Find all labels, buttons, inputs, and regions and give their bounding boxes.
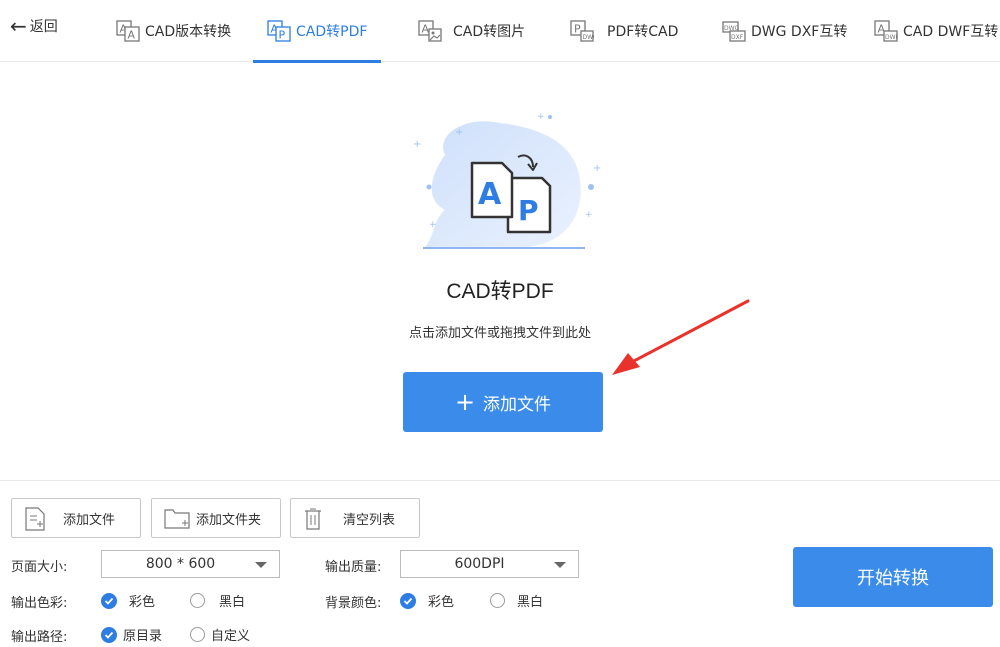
bg-option-bw[interactable]: 黑白	[490, 591, 543, 610]
chevron-down-icon	[554, 562, 566, 568]
tab-label: CAD转图片	[453, 24, 526, 40]
svg-text:P: P	[518, 194, 539, 227]
radio-checked-icon	[101, 592, 117, 609]
output-path-label: 输出路径:	[11, 630, 68, 645]
tab-label: PDF转CAD	[607, 24, 679, 40]
start-convert-button[interactable]: 开始转换	[793, 547, 993, 607]
radio-unchecked-icon	[190, 593, 205, 608]
page-size-value: 800 * 600	[145, 556, 216, 572]
tab-cad-to-image[interactable]: A CAD转图片	[418, 0, 525, 62]
svg-text:DWF: DWF	[885, 34, 898, 41]
back-arrow-icon: ←	[10, 14, 27, 38]
tab-label: CAD转PDF	[296, 24, 368, 40]
add-file-main-button[interactable]: + 添加文件	[403, 372, 603, 432]
tab-label: CAD DWF互转	[903, 24, 999, 40]
add-folder-label: 添加文件夹	[196, 512, 262, 528]
add-folder-icon	[164, 509, 190, 529]
dwg-dxf-icon: DWG DXF	[722, 21, 746, 42]
tab-cad-to-pdf[interactable]: A P CAD转PDF	[253, 0, 382, 63]
quality-select[interactable]: 600DPI	[400, 550, 579, 578]
path-option-original[interactable]: 原目录	[101, 625, 162, 644]
drop-hint: 点击添加文件或拖拽文件到此处	[408, 326, 591, 341]
radio-checked-icon	[101, 626, 117, 643]
svg-text:A: A	[478, 177, 502, 212]
path-option-custom[interactable]: 自定义	[190, 625, 250, 644]
svg-text:+: +	[537, 112, 545, 122]
chevron-down-icon	[255, 562, 267, 568]
quality-label: 输出质量:	[325, 560, 382, 575]
annotation-arrow-icon	[612, 299, 750, 375]
cad-to-pdf-icon: A P	[267, 20, 291, 42]
tab-cad-version[interactable]: A A CAD版本转换	[116, 0, 231, 62]
plus-icon: +	[454, 388, 476, 416]
page-title: CAD转PDF	[446, 280, 554, 303]
svg-text:A: A	[422, 23, 430, 36]
add-file-button[interactable]: 添加文件	[11, 498, 141, 538]
back-button[interactable]: ← 返回	[10, 15, 58, 37]
radio-unchecked-icon	[190, 627, 205, 642]
page-size-select[interactable]: 800 * 600	[101, 550, 280, 578]
output-color-label: 输出色彩:	[11, 596, 68, 611]
svg-text:+: +	[593, 163, 601, 174]
radio-unchecked-icon	[490, 593, 505, 608]
quality-value: 600DPI	[454, 556, 505, 572]
clear-list-label: 清空列表	[343, 512, 396, 528]
top-nav-bar: ← 返回 A A CAD版本转换 A P CAD转PDF A CAD转图片 P …	[0, 0, 1000, 63]
tab-cad-dwf[interactable]: A DWF CAD DWF互转	[874, 0, 998, 62]
tab-label: DWG DXF互转	[751, 24, 848, 40]
svg-text:DXF: DXF	[731, 34, 744, 41]
add-file-label: 添加文件	[63, 512, 116, 528]
background-color-label: 背景颜色:	[325, 596, 382, 611]
add-file-main-label: 添加文件	[483, 394, 552, 415]
svg-text:+: +	[413, 139, 421, 150]
tab-dwg-dxf[interactable]: DWG DXF DWG DXF互转	[722, 0, 847, 62]
back-label: 返回	[29, 19, 58, 35]
cad-version-icon: A A	[116, 20, 140, 42]
cad-dwf-icon: A DWF	[874, 20, 898, 42]
settings-panel: 添加文件 添加文件夹 清空列表 页面大小: 800 * 600 输出质量: 60…	[0, 480, 1000, 647]
svg-text:A: A	[128, 29, 136, 42]
add-file-icon	[25, 507, 45, 531]
tab-pdf-to-cad[interactable]: P DWG PDF转CAD	[570, 0, 678, 62]
pdf-to-cad-icon: P DWG	[570, 20, 594, 42]
clear-list-button[interactable]: 清空列表	[290, 498, 420, 538]
file-convert-illustration: + + + + + + P A	[413, 112, 601, 249]
svg-text:DWG: DWG	[583, 34, 595, 41]
svg-text:P: P	[279, 29, 286, 42]
radio-checked-icon	[400, 592, 416, 609]
add-folder-button[interactable]: 添加文件夹	[151, 498, 281, 538]
trash-icon	[305, 508, 321, 530]
tab-label: CAD版本转换	[145, 24, 232, 40]
svg-text:+: +	[455, 127, 463, 138]
color-option-bw[interactable]: 黑白	[190, 591, 245, 610]
svg-text:+: +	[429, 220, 437, 230]
svg-text:+: +	[585, 210, 593, 220]
bg-option-color[interactable]: 彩色	[400, 591, 454, 610]
cad-to-image-icon: A	[418, 20, 442, 42]
page-size-label: 页面大小:	[11, 560, 68, 575]
svg-text:P: P	[574, 23, 581, 36]
color-option-color[interactable]: 彩色	[101, 591, 155, 610]
